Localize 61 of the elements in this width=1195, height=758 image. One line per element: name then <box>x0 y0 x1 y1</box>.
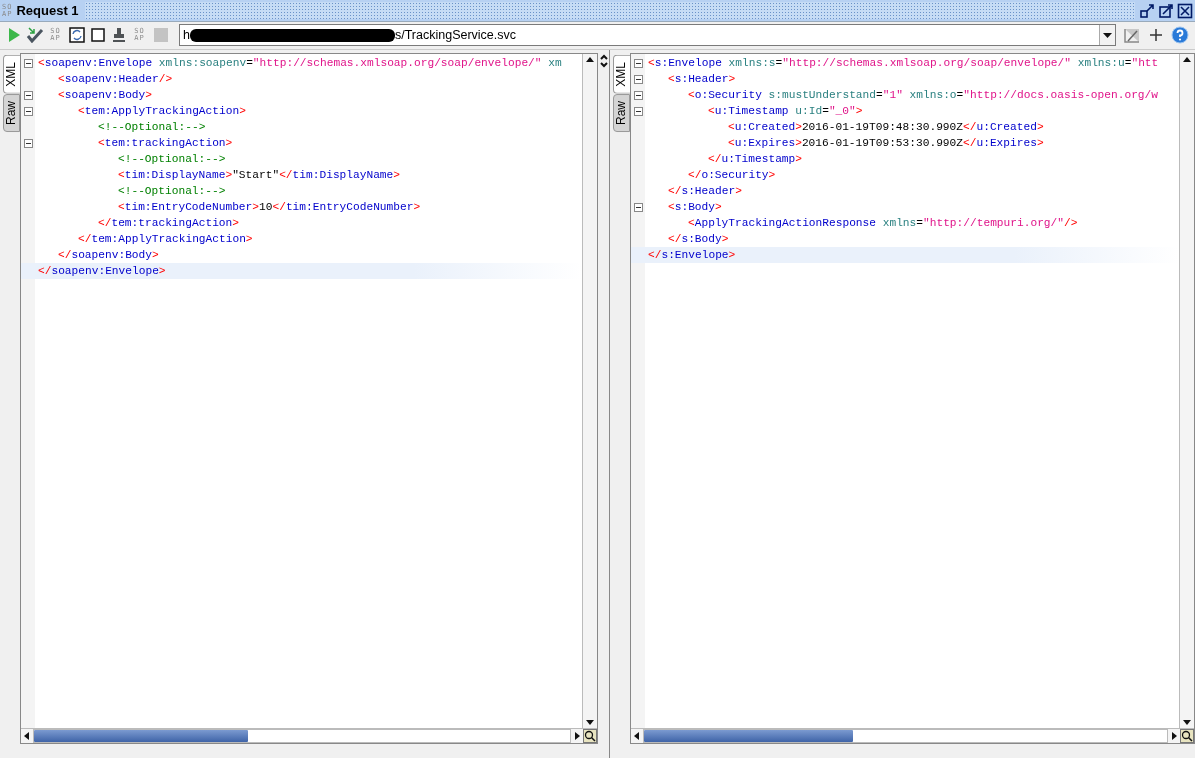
code-line: </u:Timestamp> <box>708 153 802 165</box>
zoom-icon[interactable] <box>583 729 597 743</box>
collapse-icon[interactable] <box>634 90 643 100</box>
code-line: <o:Security s:mustUnderstand="1" xmlns:o="http://docs.oasis-open.org/w <box>688 89 1158 101</box>
code-line: </tem:ApplyTrackingAction> <box>78 233 253 245</box>
code-line: </tem:trackingAction> <box>98 217 239 229</box>
code-line: <ApplyTrackingActionResponse xmlns="http://tempuri.org/"/> <box>688 217 1078 229</box>
code-line: <s:Envelope xmlns:s="http://schemas.xmlsoap.org/soap/envelope/" xmlns:u="htt <box>648 57 1159 69</box>
code-line: <u:Created>2016-01-19T09:48:30.990Z</u:Created> <box>728 121 1044 133</box>
code-line: </s:Body> <box>668 233 729 245</box>
view-tab[interactable]: XML <box>3 55 20 94</box>
collapse-icon[interactable] <box>24 58 33 68</box>
code-line: <soapenv:Header/> <box>58 73 173 85</box>
sync-icon[interactable] <box>68 27 85 43</box>
scroll-thumb[interactable] <box>34 730 249 742</box>
code-line: </s:Header> <box>668 185 742 197</box>
collapse-icon[interactable] <box>634 74 643 84</box>
help-icon[interactable] <box>1171 26 1189 44</box>
code-line: <soapenv:Envelope xmlns:soapenv="http://schemas.xmlsoap.org/soap/envelope/" xm <box>38 57 562 69</box>
stamp-icon[interactable] <box>110 27 127 43</box>
collapse-icon[interactable] <box>634 58 643 68</box>
code-line: <s:Body> <box>668 201 722 213</box>
view-tab[interactable]: XML <box>613 55 630 94</box>
dropdown-button[interactable] <box>1099 25 1115 45</box>
code-line: <u:Expires>2016-01-19T09:53:30.990Z</u:Expires> <box>728 137 1044 149</box>
endpoint-field[interactable]: h s/TrackingService.svc <box>179 24 1116 46</box>
splitter-arrows-icon[interactable] <box>599 53 608 69</box>
code-line: <!--Optional:--> <box>118 185 226 197</box>
scroll-thumb[interactable] <box>644 730 854 742</box>
add-icon[interactable] <box>1149 28 1163 42</box>
collapse-icon[interactable] <box>24 106 33 116</box>
code-line: </soapenv:Body> <box>58 249 159 261</box>
code-line: <tem:trackingAction> <box>98 137 233 149</box>
code-line: <!--Optional:--> <box>98 121 206 133</box>
code-line: <soapenv:Body> <box>58 89 152 101</box>
code-line: <u:Timestamp u:Id="_0"> <box>708 105 863 117</box>
view-tab[interactable]: Raw <box>3 93 20 132</box>
code-line: <tem:ApplyTrackingAction> <box>78 105 246 117</box>
detach-icon[interactable] <box>1139 2 1155 19</box>
check-icon[interactable] <box>25 27 44 43</box>
code-line: </s:Envelope> <box>648 249 736 261</box>
close-icon[interactable] <box>1177 2 1193 19</box>
maximize-icon[interactable] <box>1158 2 1174 19</box>
collapse-icon[interactable] <box>24 90 33 100</box>
code-line: </soapenv:Envelope> <box>38 265 166 277</box>
collapse-icon[interactable] <box>634 202 643 212</box>
window-title: Request 1 <box>16 3 79 18</box>
code-line: <!--Optional:--> <box>118 153 226 165</box>
view-tab[interactable]: Raw <box>613 93 630 132</box>
collapse-icon[interactable] <box>24 138 33 148</box>
code-line: <tim:DisplayName>"Start"</tim:DisplayName> <box>118 169 401 181</box>
checkbox-icon[interactable] <box>90 28 105 42</box>
endpoint-text: h <box>183 28 190 42</box>
edit-icon[interactable] <box>1123 27 1141 43</box>
endpoint-text: s/TrackingService.svc <box>394 28 517 42</box>
zoom-icon[interactable] <box>1180 729 1194 743</box>
collapse-icon[interactable] <box>634 106 643 116</box>
code-line: </o:Security> <box>688 169 776 181</box>
caret-icon <box>1103 32 1112 38</box>
code-line: <s:Header> <box>668 73 736 85</box>
code-line: <tim:EntryCodeNumber>10</tim:EntryCodeNumber> <box>118 201 421 213</box>
